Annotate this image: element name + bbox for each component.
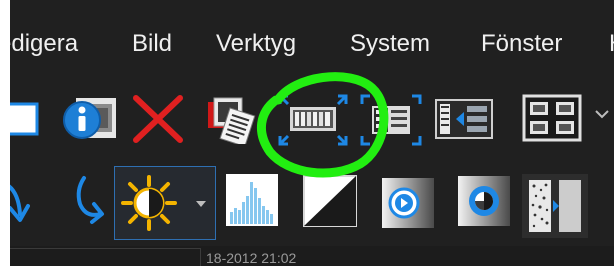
- blue-square-icon: [10, 102, 39, 136]
- info-icon: [63, 98, 116, 139]
- toolbar-more-button[interactable]: [594, 106, 610, 122]
- image-list-layout-icon: [435, 99, 493, 139]
- delete-x-icon: [133, 95, 183, 143]
- grid-layout-button[interactable]: [522, 94, 582, 142]
- invert-diagonal-icon: [303, 175, 357, 227]
- menu-system[interactable]: System: [350, 30, 430, 58]
- application-window: edigera Bild Verktyg System Fönster H: [10, 0, 614, 266]
- image-stack-icon: [208, 97, 256, 144]
- undo-button[interactable]: [10, 178, 30, 226]
- gamma-circle-icon: [382, 178, 434, 228]
- blue-square-button[interactable]: [10, 102, 40, 136]
- invert-button[interactable]: [302, 174, 358, 228]
- redo-button[interactable]: [70, 174, 114, 226]
- undo-arrow-icon: [10, 184, 30, 222]
- delete-button[interactable]: [130, 94, 186, 144]
- menu-verktyg[interactable]: Verktyg: [216, 30, 296, 58]
- brightness-contrast-button[interactable]: [114, 166, 216, 240]
- grid-2x2-layout-icon: [522, 94, 582, 142]
- expand-image-list-icon: [360, 94, 422, 146]
- chevron-down-icon: [595, 110, 609, 119]
- gamma-button[interactable]: [380, 176, 436, 230]
- noise-filter-icon: [529, 180, 581, 232]
- image-list-layout-button[interactable]: [434, 96, 494, 142]
- menu-fonster[interactable]: Fönster: [481, 30, 562, 58]
- histogram-icon: [226, 174, 278, 226]
- menu-hjalp[interactable]: H: [609, 30, 614, 58]
- expand-image-list-button[interactable]: [358, 92, 424, 148]
- info-button[interactable]: [58, 92, 118, 144]
- expand-panorama-icon: [278, 94, 348, 146]
- brightness-contrast-icon: [121, 175, 177, 231]
- status-datetime: 18-2012 21:02: [206, 250, 297, 266]
- panel-field: [10, 248, 201, 266]
- image-stack-button[interactable]: [206, 96, 262, 144]
- noise-filter-button[interactable]: [522, 174, 588, 238]
- toolbar-image-tools: [10, 82, 614, 160]
- expand-panorama-button[interactable]: [276, 92, 350, 148]
- dropdown-arrow-icon: [196, 201, 206, 207]
- histogram-button[interactable]: [224, 172, 280, 228]
- contrast-button[interactable]: [456, 174, 512, 228]
- menu-bild[interactable]: Bild: [132, 30, 172, 58]
- menu-redigera[interactable]: edigera: [10, 30, 78, 58]
- menu-bar: edigera Bild Verktyg System Fönster H: [10, 0, 614, 82]
- toolbar-adjust-tools: [10, 160, 614, 246]
- redo-arrow-icon: [76, 176, 104, 224]
- contrast-circle-icon: [458, 176, 510, 226]
